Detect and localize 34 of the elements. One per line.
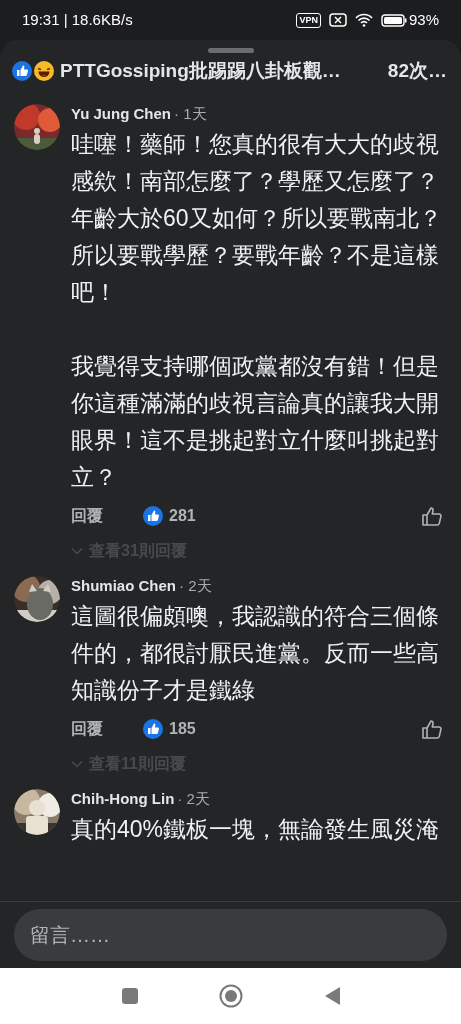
status-time: 19:31 | 18.6KB/s bbox=[22, 9, 133, 30]
like-count: 281 bbox=[169, 505, 196, 526]
no-sim-icon bbox=[328, 13, 347, 27]
post-title: PTTGossiping批踢踢八卦板觀… bbox=[60, 59, 341, 83]
comment-text: 哇噻！藥師！您真的很有大大的歧視感欸！南部怎麼了？學歷又怎麼了？年齡大於60又如何？所以要戰南北？所以要戰學歷？要戰年齡？不是這樣吧！ bbox=[71, 129, 443, 307]
laughing-emoji-icon bbox=[34, 61, 54, 82]
comment-input[interactable]: 留言…… bbox=[14, 909, 447, 961]
like-icon bbox=[143, 718, 163, 739]
reply-button[interactable]: 回覆 bbox=[71, 503, 103, 528]
like-button-icon[interactable] bbox=[421, 717, 443, 740]
author-name[interactable]: Shumiao Chen bbox=[71, 576, 176, 594]
comment-time: · 2天 bbox=[179, 576, 212, 594]
comment-text: 我覺得支持哪個政黨都沒有錯！但是你這種滿滿的歧視言論真的讓我大開眼界！這不是挑起對立什麼叫挑起對立？ bbox=[71, 351, 440, 492]
comment-time: · 1天 bbox=[174, 104, 207, 122]
like-icon bbox=[143, 505, 163, 526]
battery-level: 93% bbox=[408, 9, 439, 30]
like-count: 185 bbox=[169, 718, 196, 739]
comment-time: · 2天 bbox=[177, 789, 210, 807]
recent-apps-icon[interactable] bbox=[120, 987, 139, 1005]
vpn-icon: VPN bbox=[296, 12, 321, 28]
author-name[interactable]: Yu Jung Chen bbox=[71, 104, 171, 122]
reply-button[interactable]: 回覆 bbox=[71, 716, 103, 741]
like-icon bbox=[12, 61, 32, 82]
chevron-down-icon bbox=[71, 546, 83, 555]
chevron-down-icon bbox=[71, 759, 83, 768]
view-count: 82次… bbox=[387, 59, 447, 83]
author-name[interactable]: Chih-Hong Lin bbox=[71, 789, 175, 807]
home-icon[interactable] bbox=[218, 984, 243, 1008]
like-button-icon[interactable] bbox=[421, 504, 443, 527]
drag-handle[interactable] bbox=[207, 48, 254, 53]
battery-icon bbox=[380, 13, 407, 27]
wifi-icon bbox=[354, 13, 373, 27]
comment-text: 真的40%鐵板一塊，無論發生風災淹 bbox=[71, 814, 441, 844]
comment-text: 這圖很偏頗噢，我認識的符合三個條件的，都很討厭民進黨。反而一些高知識份子才是鐵綠 bbox=[71, 601, 440, 705]
